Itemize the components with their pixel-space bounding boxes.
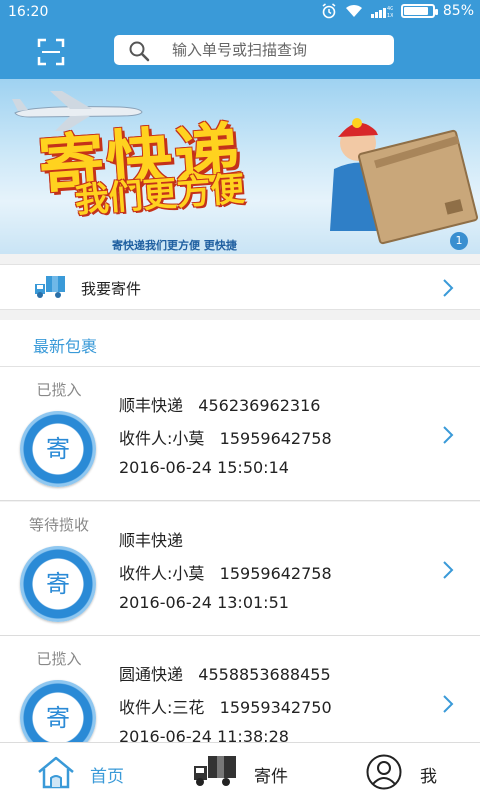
- package-courier: 顺丰快递: [119, 396, 184, 415]
- package-courier-line: 圆通快递 4558853688455: [119, 661, 331, 685]
- send-badge-icon: 寄: [20, 546, 96, 622]
- package-courier-line: 顺丰快递: [119, 527, 183, 551]
- package-time: 2016-06-24 13:01:51: [119, 593, 289, 612]
- package-status: 已揽入: [36, 381, 82, 399]
- package-recipient-line: 收件人:小莫 15959642758: [119, 560, 332, 584]
- badge-label: 寄: [46, 570, 70, 598]
- package-recipient: 收件人:小莫: [119, 429, 205, 448]
- truck-icon: [194, 756, 236, 786]
- package-recipient-line: 收件人:三花 15959342750: [119, 694, 332, 718]
- package-recipient: 收件人:小莫: [119, 564, 205, 583]
- package-status: 已揽入: [36, 650, 82, 668]
- status-icons: 4G 1X 85%: [321, 3, 474, 19]
- package-item[interactable]: 等待揽收 寄 顺丰快递 收件人:小莫 15959642758 2016-06-2…: [0, 502, 480, 636]
- banner-subtitle: 我们更方便: [73, 169, 246, 221]
- package-time: 2016-06-24 15:50:14: [119, 458, 289, 477]
- battery-percent: 85%: [442, 3, 474, 19]
- alarm-icon: [322, 3, 336, 19]
- package-item[interactable]: 已揽入 寄 顺丰快递 456236962316 收件人:小莫 159596427…: [0, 367, 480, 501]
- package-status: 等待揽收: [28, 516, 89, 534]
- badge-label: 寄: [46, 435, 70, 463]
- status-bar: 16:20 4G 1X 85%: [0, 0, 480, 25]
- search-icon: [129, 41, 150, 62]
- home-icon: [38, 756, 74, 789]
- status-time: 16:20: [8, 4, 49, 20]
- scan-icon[interactable]: [36, 37, 66, 67]
- send-package-label: 我要寄件: [81, 280, 142, 298]
- nav-label-home: 首页: [90, 767, 124, 787]
- promo-banner[interactable]: 寄快递 我们更方便 寄快递我们更方便 更快捷 1: [0, 79, 480, 254]
- package-courier-line: 顺丰快递 456236962316: [119, 392, 320, 416]
- svg-text:4G: 4G: [387, 6, 393, 12]
- search-box[interactable]: [114, 35, 394, 65]
- wifi-icon: [345, 4, 362, 17]
- send-badge-icon: 寄: [20, 411, 96, 487]
- package-tracking: 456236962316: [198, 396, 321, 415]
- search-input[interactable]: [172, 35, 382, 65]
- battery-icon: [400, 4, 438, 18]
- package-phone: 15959642758: [219, 564, 332, 583]
- nav-item-send[interactable]: 寄件: [190, 743, 310, 800]
- package-recipient-line: 收件人:小莫 15959642758: [119, 425, 332, 449]
- send-package-row[interactable]: 我要寄件: [0, 264, 480, 310]
- chevron-right-icon: [443, 279, 454, 297]
- courier-illustration: [330, 118, 479, 245]
- nav-item-me[interactable]: 我: [362, 743, 462, 800]
- nav-label-send: 寄件: [254, 767, 288, 787]
- banner-page-indicator[interactable]: 1: [450, 232, 468, 250]
- bottom-nav: 首页 寄件 我: [0, 742, 480, 800]
- top-bar: [0, 25, 480, 79]
- latest-packages-title: 最新包裹: [33, 337, 98, 356]
- banner-caption: 寄快递我们更方便 更快捷: [112, 239, 237, 252]
- package-courier: 顺丰快递: [119, 531, 184, 550]
- signal-icon: 4G 1X: [370, 6, 393, 18]
- package-tracking: 4558853688455: [198, 665, 331, 684]
- package-recipient: 收件人:三花: [119, 698, 205, 717]
- package-phone: 15959642758: [219, 429, 332, 448]
- latest-packages-header: 最新包裹: [0, 320, 480, 367]
- user-icon: [366, 754, 402, 790]
- chevron-right-icon: [443, 561, 454, 579]
- truck-icon: [35, 276, 65, 298]
- chevron-right-icon: [443, 695, 454, 713]
- nav-item-home[interactable]: 首页: [30, 743, 150, 800]
- nav-label-me: 我: [420, 767, 437, 787]
- svg-text:1X: 1X: [387, 13, 393, 18]
- package-courier: 圆通快递: [119, 665, 184, 684]
- chevron-right-icon: [443, 426, 454, 444]
- package-phone: 15959342750: [219, 698, 332, 717]
